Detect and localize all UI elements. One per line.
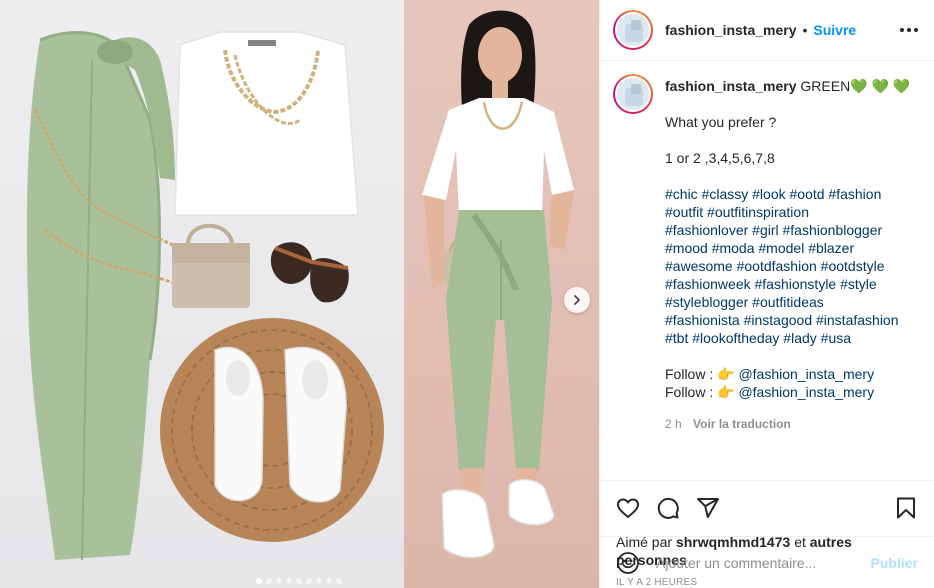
hashtag-line[interactable]: #awesome #ootdfashion #ootdstyle xyxy=(665,257,910,275)
comment-input[interactable] xyxy=(656,554,871,571)
follow-line: Follow : 👉 @fashion_insta_mery xyxy=(665,365,910,383)
hashtag-line[interactable]: #mood #moda #model #blazer xyxy=(665,239,910,257)
translate-button[interactable]: Voir la traduction xyxy=(693,417,791,431)
caption-age: 2 h xyxy=(665,417,682,431)
carousel-dot xyxy=(336,578,342,584)
hashtag-line[interactable]: #fashionweek #fashionstyle #style xyxy=(665,275,910,293)
avatar[interactable] xyxy=(613,74,653,114)
hashtag-line[interactable]: #fashionista #instagood #instafashion xyxy=(665,311,910,329)
post-header: fashion_insta_mery • Suivre xyxy=(600,0,934,61)
carousel-dot xyxy=(296,578,302,584)
follow-prefix: Follow : xyxy=(665,384,718,400)
emoji-icon[interactable] xyxy=(616,551,640,575)
carousel-dot xyxy=(266,578,272,584)
carousel-dot xyxy=(306,578,312,584)
heart-icon[interactable] xyxy=(616,496,640,520)
caption-question: What you prefer ? xyxy=(665,114,777,130)
publish-button[interactable]: Publier xyxy=(871,555,918,571)
mention-link[interactable]: @fashion_insta_mery xyxy=(738,366,874,382)
follow-prefix: Follow : xyxy=(665,366,718,382)
carousel-dot xyxy=(276,578,282,584)
caption-text: fashion_insta_mery GREEN💚 💚 💚 What you p… xyxy=(665,74,910,433)
action-bar xyxy=(600,481,934,535)
header-separator: • xyxy=(802,22,808,38)
carousel-dot xyxy=(316,578,322,584)
pointing-hand-emoji: 👉 xyxy=(717,366,735,382)
chevron-right-icon xyxy=(574,295,580,305)
share-icon[interactable] xyxy=(696,496,720,520)
hashtag-line[interactable]: #chic #classy #look #ootd #fashion xyxy=(665,185,910,203)
caption: fashion_insta_mery GREEN💚 💚 💚 What you p… xyxy=(613,74,918,433)
carousel-dots xyxy=(256,578,342,584)
post-media-carousel[interactable] xyxy=(0,0,599,588)
hashtags[interactable]: #chic #classy #look #ootd #fashion #outf… xyxy=(665,185,910,347)
follow-button[interactable]: Suivre xyxy=(813,22,856,38)
heart-emojis: 💚 💚 💚 xyxy=(850,78,911,94)
add-comment-bar: Publier xyxy=(600,536,934,588)
carousel-dot xyxy=(286,578,292,584)
hashtag-line[interactable]: #fashionlover #girl #fashionblogger xyxy=(665,221,910,239)
bookmark-icon[interactable] xyxy=(894,496,918,520)
follow-line: Follow : 👉 @fashion_insta_mery xyxy=(665,383,910,401)
post-sidebar: fashion_insta_mery • Suivre fashion_inst… xyxy=(599,0,934,588)
caption-title: GREEN xyxy=(800,78,851,94)
carousel-dot xyxy=(256,578,262,584)
hashtag-line[interactable]: #outfit #outfitinspiration xyxy=(665,203,910,221)
flatlay-photo xyxy=(0,0,404,588)
hashtag-line[interactable]: #styleblogger #outfitideas xyxy=(665,293,910,311)
avatar[interactable] xyxy=(613,10,653,50)
caption-username[interactable]: fashion_insta_mery xyxy=(665,78,797,94)
mention-link[interactable]: @fashion_insta_mery xyxy=(738,384,874,400)
post-author-username[interactable]: fashion_insta_mery xyxy=(665,22,797,38)
caption-meta: 2 h Voir la traduction xyxy=(665,415,910,433)
comment-icon[interactable] xyxy=(656,496,680,520)
comments-area[interactable]: fashion_insta_mery GREEN💚 💚 💚 What you p… xyxy=(600,61,934,481)
caption-options: 1 or 2 ,3,4,5,6,7,8 xyxy=(665,150,775,166)
post-dialog: fashion_insta_mery • Suivre fashion_inst… xyxy=(0,0,934,588)
pointing-hand-emoji: 👉 xyxy=(717,384,735,400)
more-icon[interactable] xyxy=(900,28,918,32)
hashtag-line[interactable]: #tbt #lookoftheday #lady #usa xyxy=(665,329,910,347)
carousel-dot xyxy=(326,578,332,584)
next-slide-button[interactable] xyxy=(564,287,590,313)
